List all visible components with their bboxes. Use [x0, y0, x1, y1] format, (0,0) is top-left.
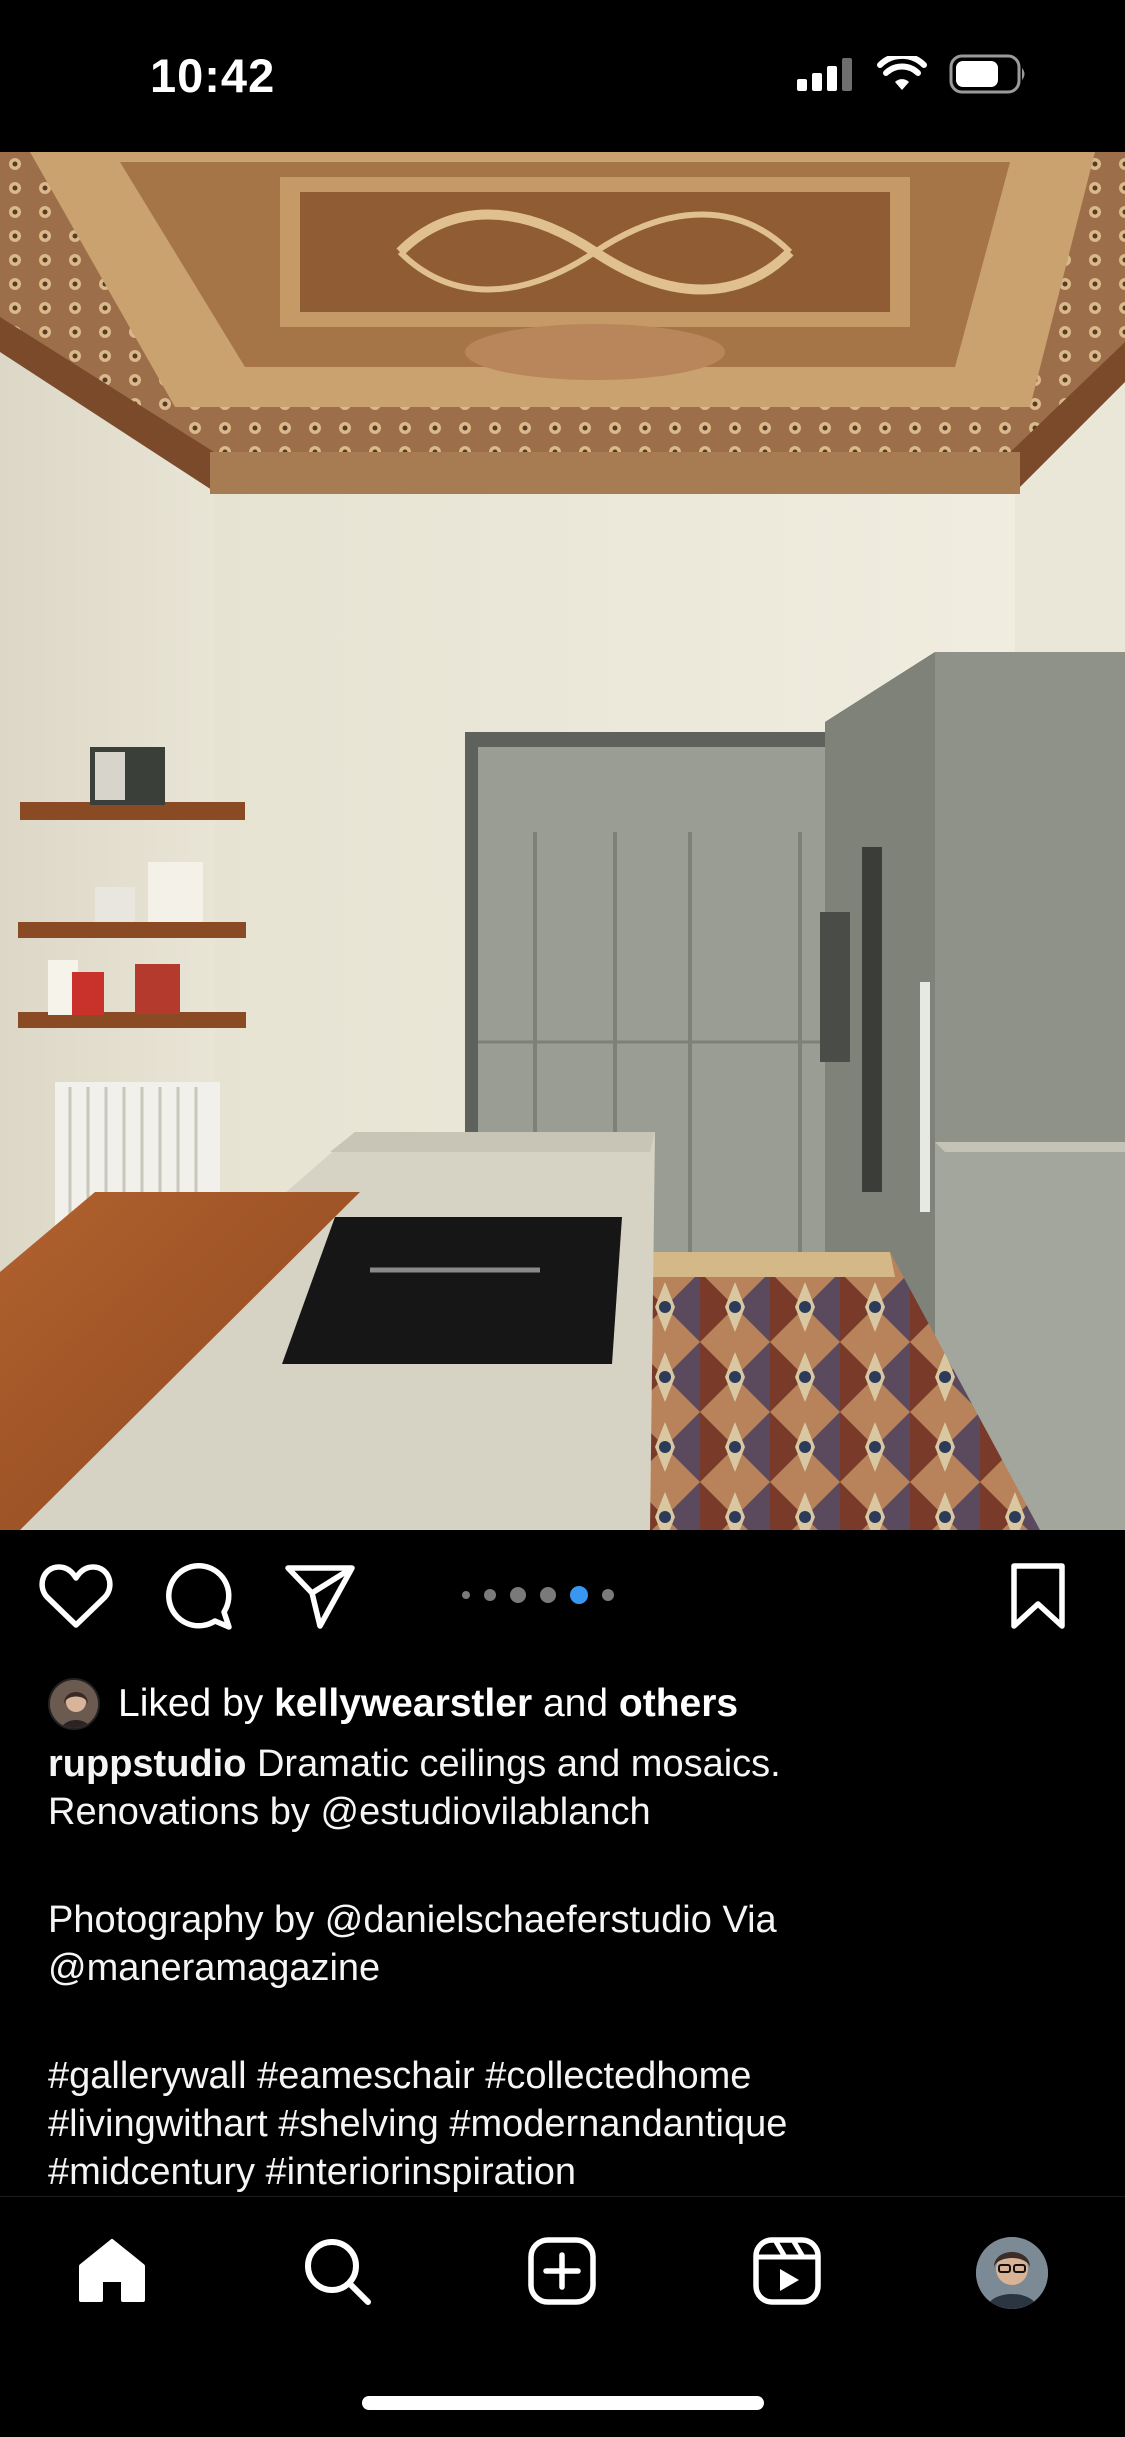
likes-summary[interactable]: Liked by kellywearstler and others	[48, 1676, 738, 1732]
nav-create[interactable]	[522, 2233, 602, 2313]
battery-icon	[949, 54, 1029, 99]
profile-avatar	[976, 2237, 1048, 2309]
caption-line: Dramatic ceilings and mosaics.	[256, 1743, 781, 1785]
nav-home[interactable]	[72, 2233, 152, 2313]
share-button[interactable]	[282, 1560, 358, 1636]
carousel-dot	[510, 1587, 526, 1603]
likes-prefix: Liked by	[118, 1682, 264, 1725]
carousel-indicator	[462, 1582, 614, 1608]
bookmark-icon	[1008, 1562, 1068, 1635]
search-icon	[302, 2236, 372, 2311]
create-post-icon	[528, 2236, 596, 2310]
home-indicator[interactable]	[362, 2396, 764, 2410]
home-icon	[77, 2238, 147, 2309]
caption-author[interactable]: ruppstudio	[48, 1743, 246, 1785]
comment-icon	[162, 1560, 234, 1637]
status-time: 10:42	[150, 49, 276, 102]
caption-hashtags: #gallerywall #eameschair #collectedhome	[48, 2055, 752, 2097]
nav-profile[interactable]	[972, 2233, 1052, 2313]
like-button[interactable]	[38, 1560, 114, 1636]
heart-icon	[39, 1562, 113, 1635]
liker-username[interactable]: kellywearstler	[274, 1682, 532, 1726]
carousel-dot	[540, 1587, 556, 1603]
caption-hashtags: #midcentury #interiorinspiration	[48, 2151, 577, 2193]
status-bar: 10:42	[0, 0, 1125, 152]
reels-icon	[753, 2236, 821, 2310]
post-caption: ruppstudio Dramatic ceilings and mosaics…	[48, 1740, 1078, 2196]
post-photo-illustration	[0, 152, 1125, 1530]
status-icons	[797, 52, 1029, 99]
wifi-icon	[877, 52, 927, 97]
carousel-dot	[602, 1589, 614, 1601]
liker-avatar	[48, 1678, 100, 1730]
nav-search[interactable]	[297, 2233, 377, 2313]
carousel-dot	[462, 1591, 470, 1599]
likes-conjunction: and	[542, 1682, 609, 1725]
caption-line: @maneramagazine	[48, 1947, 381, 1989]
nav-reels[interactable]	[747, 2233, 827, 2313]
cellular-signal-icon	[797, 57, 855, 96]
likes-others[interactable]: others	[619, 1682, 738, 1726]
save-button[interactable]	[1000, 1560, 1076, 1636]
post-photo[interactable]	[0, 152, 1125, 1530]
caption-line: Renovations by @estudiovilablanch	[48, 1791, 651, 1833]
carousel-dot	[484, 1589, 496, 1601]
share-icon	[284, 1563, 356, 1634]
comment-button[interactable]	[160, 1560, 236, 1636]
caption-line: Photography by @danielschaeferstudio Via	[48, 1899, 777, 1941]
carousel-dot-active	[570, 1586, 588, 1604]
caption-hashtags: #livingwithart #shelving #modernandantiq…	[48, 2103, 788, 2145]
